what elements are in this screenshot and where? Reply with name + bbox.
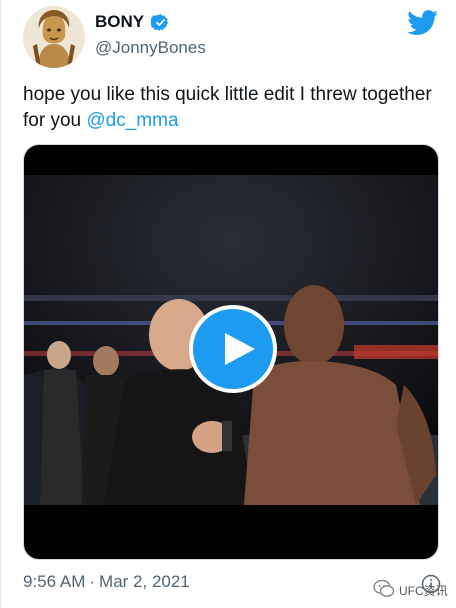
- wechat-logo-icon: [373, 579, 395, 597]
- watermark: UFC资讯: [373, 578, 453, 600]
- tweet-date[interactable]: Mar 2, 2021: [99, 572, 190, 591]
- play-button[interactable]: [189, 305, 277, 393]
- handle[interactable]: @JonnyBones: [95, 38, 206, 58]
- display-name[interactable]: BONY: [95, 12, 144, 32]
- video-player[interactable]: [23, 144, 439, 560]
- twitter-bird-icon[interactable]: [407, 10, 439, 36]
- separator-dot: ·: [89, 572, 96, 591]
- tweet-card: BONY @JonnyBones hope you like this quic…: [0, 0, 456, 608]
- info-icon[interactable]: [421, 574, 441, 594]
- tweet-body: hope you like this quick little edit I t…: [23, 84, 432, 131]
- verified-badge-icon: [151, 14, 169, 31]
- timestamp[interactable]: 9:56 AM · Mar 2, 2021: [23, 572, 190, 592]
- mention-link[interactable]: @dc_mma: [86, 110, 178, 131]
- tweet-time[interactable]: 9:56 AM: [23, 572, 85, 591]
- play-icon: [225, 333, 255, 365]
- tweet-text: hope you like this quick little edit I t…: [23, 82, 433, 134]
- avatar[interactable]: [23, 6, 85, 68]
